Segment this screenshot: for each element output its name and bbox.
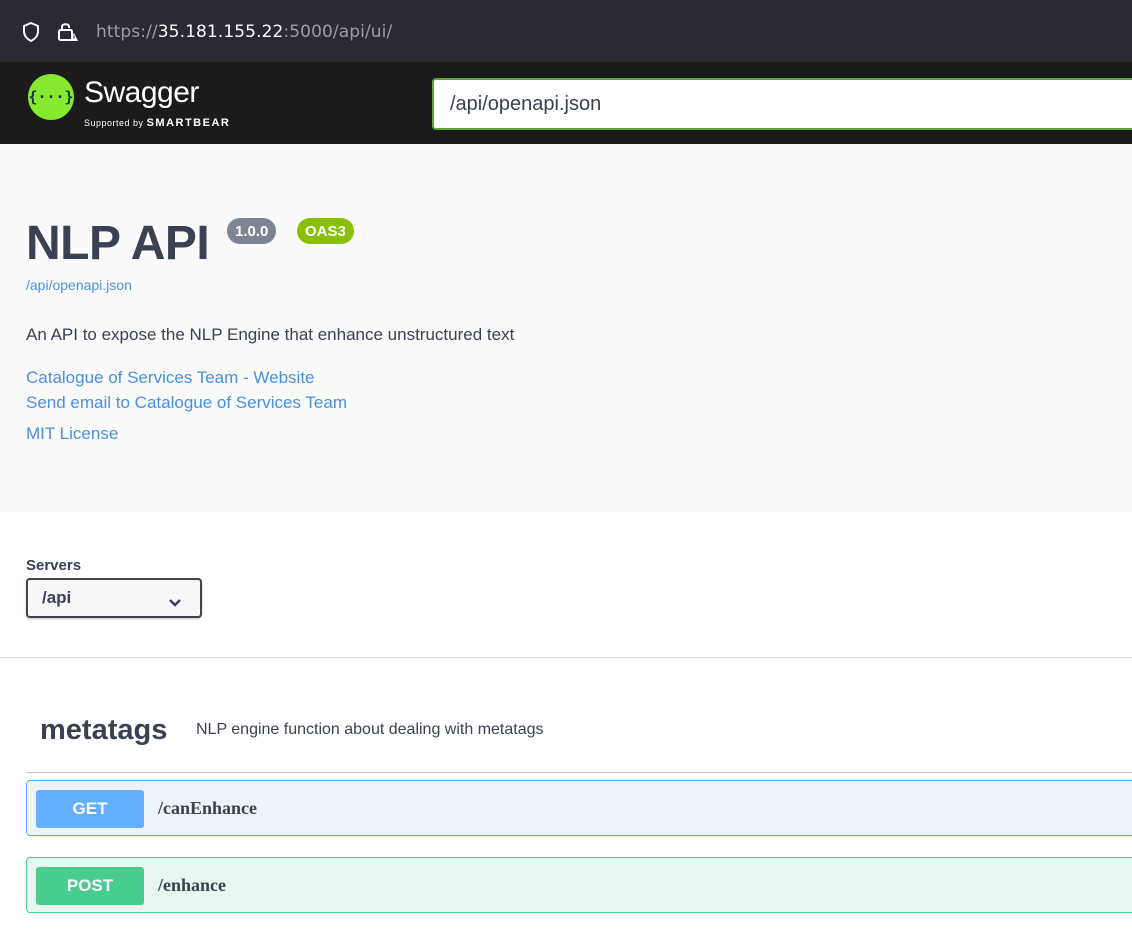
logo-sub-prefix: Supported by	[84, 118, 144, 128]
info-section: NLP API 1.0.0 OAS3 /api/openapi.json An …	[0, 144, 1132, 512]
swagger-logo-subtitle: Supported by SMARTBEAR	[84, 117, 230, 129]
tag-divider	[26, 772, 1132, 773]
license-link[interactable]: MIT License	[26, 424, 118, 444]
tag-name[interactable]: metatags	[40, 714, 167, 747]
shield-icon[interactable]	[22, 21, 40, 47]
url-host: 35.181.155.22	[157, 22, 284, 42]
url-protocol: https://	[96, 22, 158, 42]
operation-get-canenhance[interactable]: GET /canEnhance	[26, 780, 1132, 836]
method-badge-post: POST	[36, 867, 144, 905]
swagger-logo-icon[interactable]: {···}	[28, 74, 74, 120]
api-title: NLP API	[26, 217, 210, 270]
tag-description: NLP engine function about dealing with m…	[196, 721, 544, 738]
servers-selected-value: /api	[42, 588, 72, 607]
url-text[interactable]: https://35.181.155.22:5000/api/ui/	[96, 22, 392, 42]
version-badge: 1.0.0	[227, 218, 277, 244]
operation-path: /canEnhance	[158, 798, 258, 818]
method-badge-get: GET	[36, 790, 144, 828]
logo-sub-brand: SMARTBEAR	[146, 117, 231, 129]
swagger-topbar: {···} Swagger Supported by SMARTBEAR	[0, 62, 1132, 144]
oas-badge: OAS3	[297, 218, 354, 244]
operation-post-enhance[interactable]: POST /enhance	[26, 857, 1132, 913]
lock-warning-icon[interactable]	[56, 20, 78, 47]
servers-label: Servers	[26, 557, 82, 574]
browser-url-bar: https://35.181.155.22:5000/api/ui/	[0, 0, 1132, 62]
spec-url-input[interactable]	[432, 78, 1132, 130]
servers-select[interactable]: /api	[26, 578, 202, 618]
operation-path: /enhance	[158, 875, 227, 895]
swagger-logo-text[interactable]: Swagger	[84, 76, 199, 110]
api-description: An API to expose the NLP Engine that enh…	[26, 325, 515, 344]
website-link[interactable]: Catalogue of Services Team - Website	[26, 368, 315, 388]
spec-link[interactable]: /api/openapi.json	[26, 277, 132, 293]
chevron-down-icon	[168, 593, 182, 613]
url-path: :5000/api/ui/	[283, 22, 393, 42]
section-divider	[0, 657, 1132, 658]
email-link[interactable]: Send email to Catalogue of Services Team	[26, 393, 347, 413]
